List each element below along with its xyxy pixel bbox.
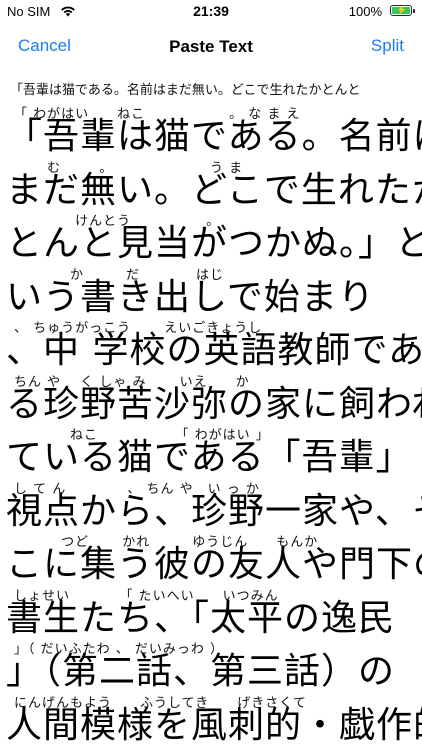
text-line: 「吾輩は猫である。名前は (6, 116, 422, 157)
text-line: 、中 学校の英語教師であ (6, 330, 422, 371)
page-title: Paste Text (169, 37, 253, 56)
text-line: とんと見当がつかぬ。」と (6, 223, 422, 264)
navigation-bar: Cancel Paste Text Split (0, 24, 422, 70)
text-line: 視点から、珍野一家や、そ (6, 490, 422, 532)
text-line: る珍野苦沙弥の家に飼われ (6, 383, 422, 425)
battery-icon: ⚡ (390, 5, 415, 16)
text-line: いう書き出しで始まり (6, 276, 375, 318)
text-line: 書生たち、「太平の逸民 (6, 597, 396, 639)
text-line: 」（第二話、第三話）の (6, 651, 396, 692)
text-line: こに集う彼の友人や門下の (6, 544, 422, 585)
text-line: まだ無い。どこで生れたか (6, 169, 422, 211)
status-bar: No SIM 21:39 100% ⚡ (0, 0, 422, 24)
text-line: ている猫である「吾輩」 (6, 437, 413, 478)
charging-bolt-icon: ⚡ (396, 5, 408, 15)
battery-percent: 100% (348, 4, 382, 19)
split-button[interactable]: Split (371, 36, 404, 56)
furigana-text-view[interactable]: 「 わがはい ねこ 。 な ま え「吾輩は猫である。名前は む 。 う ままだ無… (0, 103, 422, 750)
text-line: 人間模様を風刺的・戯作的 (6, 704, 422, 746)
source-text-preview[interactable]: 「吾輩は猫である。名前はまだ無い。どこで生れたかとんと (10, 79, 422, 99)
battery-nub (413, 9, 415, 13)
